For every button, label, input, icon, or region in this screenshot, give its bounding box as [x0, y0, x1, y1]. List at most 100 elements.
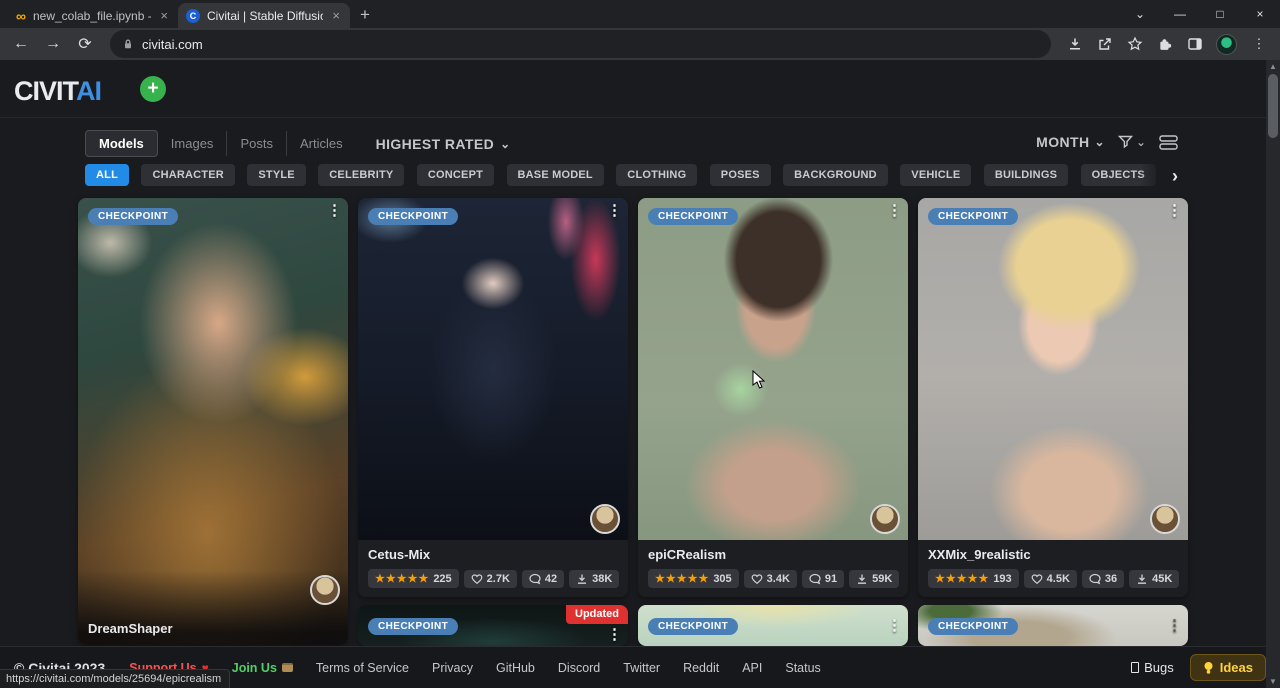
creator-avatar[interactable] [870, 504, 900, 534]
checkpoint-badge: CHECKPOINT [648, 618, 738, 635]
back-button[interactable]: ← [8, 35, 34, 53]
downloads-chip[interactable]: 38K [569, 570, 619, 588]
rating-chip[interactable]: ★★★★★ 305 [648, 569, 739, 588]
rating-chip[interactable]: ★★★★★ 193 [928, 569, 1019, 588]
comments-chip[interactable]: 42 [522, 570, 564, 588]
model-card-epicrealism[interactable]: CHECKPOINT ⋮ epiCRealism ★★★★★ 305 3.4K … [638, 198, 908, 597]
rating-count: 225 [433, 573, 451, 585]
page-scrollbar[interactable]: ▲ ▼ [1266, 60, 1280, 688]
chip-style[interactable]: STYLE [247, 164, 305, 186]
share-icon[interactable] [1093, 36, 1117, 52]
creator-avatar[interactable] [310, 575, 340, 605]
model-card-dreamshaper[interactable]: CHECKPOINT ⋮ DreamShaper [78, 198, 348, 645]
tab-close-icon[interactable]: × [158, 8, 170, 23]
footer-link-status[interactable]: Status [785, 661, 820, 675]
create-button[interactable]: + [140, 76, 166, 102]
tab-images[interactable]: Images [158, 131, 227, 156]
creator-avatar[interactable] [1150, 504, 1180, 534]
tab-strip: ∞ new_colab_file.ipynb - Colaborat × C C… [0, 0, 1280, 28]
footer-link-privacy[interactable]: Privacy [432, 661, 473, 675]
star-icons: ★★★★★ [375, 572, 429, 585]
card-menu-icon[interactable]: ⋮ [887, 618, 902, 635]
chip-all[interactable]: ALL [85, 164, 129, 186]
model-card-partial-2[interactable]: CHECKPOINT ⋮ [638, 605, 908, 646]
likes-count: 3.4K [767, 573, 790, 585]
category-chips: ALL CHARACTER STYLE CELEBRITY CONCEPT BA… [85, 164, 1170, 189]
tab-articles[interactable]: Articles [286, 131, 356, 156]
period-dropdown[interactable]: MONTH ⌄ [1036, 134, 1105, 150]
footer-link-twitter[interactable]: Twitter [623, 661, 660, 675]
maximize-button[interactable]: □ [1200, 7, 1240, 21]
reload-button[interactable]: ⟳ [72, 34, 98, 54]
civitai-logo[interactable]: CIVITAI [14, 76, 101, 107]
footer-link-reddit[interactable]: Reddit [683, 661, 719, 675]
close-button[interactable]: × [1240, 7, 1280, 21]
chip-background[interactable]: BACKGROUND [783, 164, 888, 186]
rating-count: 305 [713, 573, 731, 585]
ideas-label: Ideas [1220, 660, 1253, 675]
tab-colab[interactable]: ∞ new_colab_file.ipynb - Colaborat × [8, 3, 178, 28]
tab-models[interactable]: Models [85, 130, 158, 157]
comments-chip[interactable]: 36 [1082, 570, 1124, 588]
tab-close-icon[interactable]: × [330, 8, 342, 23]
model-card-cetus-mix[interactable]: CHECKPOINT ⋮ Cetus-Mix ★★★★★ 225 2.7K 42 [358, 198, 628, 597]
creator-avatar[interactable] [590, 504, 620, 534]
likes-chip[interactable]: 3.4K [744, 570, 797, 588]
card-menu-icon[interactable]: ⋮ [327, 203, 342, 220]
tab-search-icon[interactable]: ⌄ [1120, 7, 1160, 21]
likes-chip[interactable]: 2.7K [464, 570, 517, 588]
side-panel-icon[interactable] [1183, 36, 1207, 52]
tab-posts[interactable]: Posts [226, 131, 286, 156]
extensions-puzzle-icon[interactable] [1153, 37, 1177, 51]
minimize-button[interactable]: — [1160, 7, 1200, 21]
model-card-partial-1[interactable]: Updated CHECKPOINT ⋮ [358, 605, 628, 646]
comments-chip[interactable]: 91 [802, 570, 844, 588]
bugs-label: Bugs [1144, 660, 1174, 675]
browser-menu-icon[interactable]: ⋮ [1246, 36, 1272, 52]
card-menu-icon[interactable]: ⋮ [887, 203, 902, 220]
footer-link-github[interactable]: GitHub [496, 661, 535, 675]
footer-link-api[interactable]: API [742, 661, 762, 675]
address-bar[interactable]: civitai.com [110, 30, 1051, 58]
chip-character[interactable]: CHARACTER [141, 164, 234, 186]
ideas-button[interactable]: Ideas [1190, 654, 1266, 681]
footer-link-join-us[interactable]: Join Us [232, 661, 293, 675]
tab-title: Civitai | Stable Diffusion models, [207, 9, 323, 23]
scrollbar-thumb[interactable] [1268, 74, 1278, 138]
chip-base-model[interactable]: BASE MODEL [507, 164, 604, 186]
chip-clothing[interactable]: CLOTHING [616, 164, 697, 186]
model-card-partial-3[interactable]: CHECKPOINT ⋮ [918, 605, 1188, 646]
filter-controls: MONTH ⌄ ⌄ [1036, 134, 1178, 150]
scroll-down-icon[interactable]: ▼ [1266, 677, 1280, 686]
chip-buildings[interactable]: BUILDINGS [984, 164, 1068, 186]
footer-link-terms[interactable]: Terms of Service [316, 661, 409, 675]
downloads-chip[interactable]: 59K [849, 570, 899, 588]
downloads-chip[interactable]: 45K [1129, 570, 1179, 588]
browser-profile-avatar[interactable] [1216, 34, 1237, 55]
heart-icon [751, 573, 763, 585]
forward-button[interactable]: → [40, 35, 66, 53]
chip-celebrity[interactable]: CELEBRITY [318, 164, 404, 186]
chips-scroll-right-button[interactable]: › [1140, 162, 1182, 190]
scroll-up-icon[interactable]: ▲ [1266, 62, 1280, 71]
logo-civit-text: CIVIT [14, 76, 76, 106]
bugs-button[interactable]: Bugs [1131, 660, 1174, 675]
card-menu-icon[interactable]: ⋮ [607, 627, 622, 644]
rating-chip[interactable]: ★★★★★ 225 [368, 569, 459, 588]
card-menu-icon[interactable]: ⋮ [1167, 203, 1182, 220]
tab-civitai[interactable]: C Civitai | Stable Diffusion models, × [178, 3, 350, 28]
card-menu-icon[interactable]: ⋮ [607, 203, 622, 220]
sort-dropdown[interactable]: HIGHEST RATED ⌄ [376, 136, 511, 152]
bookmark-star-icon[interactable] [1123, 36, 1147, 52]
download-page-icon[interactable] [1063, 36, 1087, 52]
layout-toggle-button[interactable] [1159, 135, 1178, 150]
chip-poses[interactable]: POSES [710, 164, 771, 186]
chip-vehicle[interactable]: VEHICLE [900, 164, 971, 186]
chip-concept[interactable]: CONCEPT [417, 164, 494, 186]
footer-link-discord[interactable]: Discord [558, 661, 600, 675]
likes-chip[interactable]: 4.5K [1024, 570, 1077, 588]
model-card-xxmix-9realistic[interactable]: CHECKPOINT ⋮ XXMix_9realistic ★★★★★ 193 … [918, 198, 1188, 597]
new-tab-button[interactable]: + [360, 5, 370, 28]
card-menu-icon[interactable]: ⋮ [1167, 618, 1182, 635]
filter-funnel-button[interactable]: ⌄ [1118, 135, 1146, 149]
